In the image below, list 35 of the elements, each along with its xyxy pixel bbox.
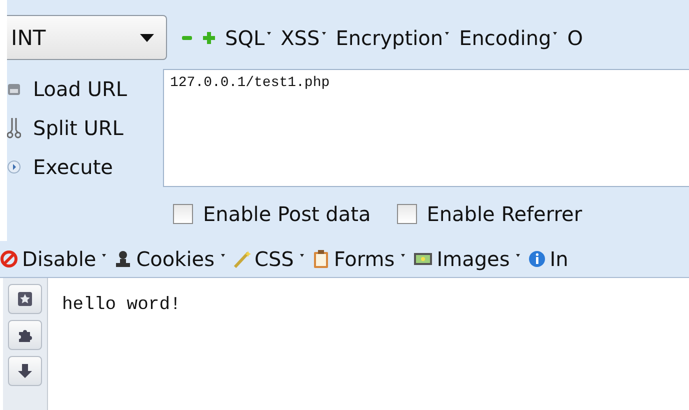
toolbar-menu-button[interactable]: Forms bbox=[312, 247, 405, 271]
no-entry-icon bbox=[0, 250, 18, 268]
action-button[interactable]: Split URL bbox=[7, 116, 163, 140]
image-icon bbox=[412, 251, 433, 267]
toolbar-menu-button[interactable]: In bbox=[528, 247, 568, 271]
clipboard-icon bbox=[312, 249, 330, 269]
person-icon bbox=[114, 250, 132, 268]
checkbox[interactable] bbox=[396, 204, 417, 224]
menu-button[interactable]: XSS bbox=[280, 26, 326, 50]
action-button[interactable]: Load URL bbox=[7, 76, 163, 101]
dropdown-caret-icon bbox=[140, 34, 154, 42]
puzzle-icon bbox=[17, 327, 33, 343]
menu-button[interactable]: O bbox=[567, 26, 583, 50]
url-field[interactable]: 127.0.0.1/test1.php bbox=[163, 69, 689, 187]
toolbar-menu-button[interactable]: Images bbox=[412, 247, 520, 271]
download-icon bbox=[17, 363, 33, 379]
toolbar-menu-button[interactable]: Disable bbox=[0, 247, 106, 271]
info-icon bbox=[528, 250, 546, 268]
bookmark-button[interactable] bbox=[8, 284, 42, 314]
checkbox-label: Enable Post data bbox=[203, 202, 371, 226]
toolbar-menu-button[interactable]: CSS bbox=[232, 247, 304, 271]
page-text: hello word! bbox=[62, 295, 181, 315]
action-button[interactable]: Execute bbox=[7, 155, 163, 180]
menu-button[interactable]: Encoding bbox=[459, 26, 558, 50]
scissors-icon bbox=[7, 116, 21, 139]
mode-select[interactable]: INT bbox=[7, 15, 167, 60]
checkbox[interactable] bbox=[173, 204, 193, 224]
checkbox-label: Enable Referrer bbox=[426, 202, 582, 226]
menu-button[interactable]: Encryption bbox=[336, 26, 450, 50]
addons-button[interactable] bbox=[8, 320, 42, 350]
magic-wand-icon bbox=[232, 250, 251, 268]
toolbar-menu-button[interactable]: Cookies bbox=[114, 247, 225, 271]
plus-icon[interactable] bbox=[203, 32, 215, 44]
menu-button[interactable]: SQL bbox=[225, 26, 271, 50]
download-button[interactable] bbox=[8, 356, 42, 386]
